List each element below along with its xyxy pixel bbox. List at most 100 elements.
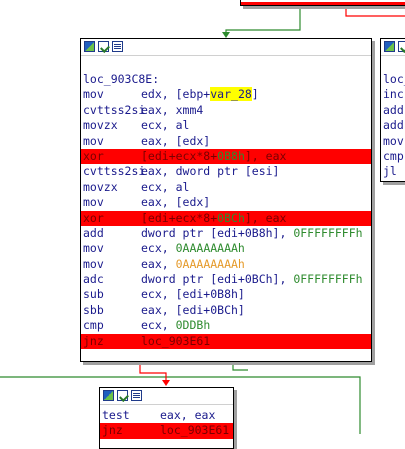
mnemonic: mov [83, 241, 104, 256]
operand-text: loc_903E61 [160, 423, 230, 438]
instruction-line[interactable]: inc [381, 87, 405, 102]
mnemonic: jl [383, 164, 397, 179]
instruction-line[interactable]: movzx ecx, al [81, 118, 371, 133]
main-code-block[interactable]: loc_903C8E: mov edx, [ebp+var_28] cvttss2si… [80, 38, 372, 362]
instruction-line[interactable]: jnz loc_903E61 [100, 423, 233, 439]
instruction-line[interactable]: movzx ecx, al [81, 180, 371, 195]
instruction-line[interactable]: add [381, 118, 405, 133]
node-info-icon[interactable] [112, 41, 123, 52]
right-code-block[interactable]: loc_incaddaddmovcmpjl [380, 38, 405, 182]
instruction-line[interactable]: sub ecx, [edi+0B8h] [81, 287, 371, 302]
mnemonic: cvttss2si [83, 102, 146, 117]
operands: edx, [ebp+var_28] [141, 87, 259, 102]
operand-text: dword ptr [edi+0BCh], [141, 272, 294, 287]
operands: loc_903E61 [160, 423, 229, 438]
operands: ecx, 0AAAAAAAAh [141, 241, 245, 256]
operands: eax, [edi+0BCh] [141, 303, 245, 318]
top-red-edge [345, 8, 405, 17]
bottom-code-block[interactable]: test eax, eax jnz loc_903E61 [99, 387, 234, 449]
graph-node-icon[interactable] [84, 41, 95, 52]
operand-text: ecx, [edi+0B8h] [141, 287, 245, 302]
instruction-line[interactable]: mov [381, 134, 405, 149]
code-label[interactable]: loc_ [381, 72, 405, 87]
edit-node-icon[interactable] [398, 41, 405, 52]
mnemonic: add [383, 118, 404, 133]
instruction-line[interactable]: xor [edi+ecx*8+0B8h], eax [81, 148, 371, 165]
operand-text: eax, [edi+0BCh] [141, 302, 245, 317]
instruction-line[interactable]: cvttss2si eax, xmm4 [81, 103, 371, 118]
previous-block-fragment[interactable] [240, 0, 405, 6]
mnemonic: sbb [83, 302, 104, 317]
graph-node-icon[interactable] [103, 390, 114, 401]
mnemonic: sub [83, 287, 104, 302]
mnemonic: mov [83, 133, 104, 148]
operands: eax, [edx] [141, 134, 210, 149]
instruction-line[interactable]: cmp [381, 149, 405, 164]
mnemonic: inc [383, 87, 404, 102]
label-text[interactable]: loc_903C8E: [83, 72, 159, 87]
node-info-icon[interactable] [131, 390, 142, 401]
graph-node-icon[interactable] [384, 41, 395, 52]
variable-operand[interactable]: var_28 [210, 87, 252, 102]
instruction-line[interactable]: jnz loc_903E61 [81, 333, 371, 350]
operand-text: ecx, al [141, 179, 190, 194]
immediate-operand: 0AAAAAAAAh [175, 241, 245, 256]
instruction-line[interactable]: add [381, 103, 405, 118]
instruction-line[interactable]: mov eax, 0AAAAAAAAh [81, 257, 371, 272]
edit-node-icon[interactable] [117, 390, 128, 401]
operand-text: ], eax [244, 148, 287, 163]
operand-text: eax, [edx] [141, 195, 211, 210]
operands: eax, xmm4 [141, 103, 203, 118]
block-header [381, 39, 405, 56]
edit-node-icon[interactable] [98, 41, 109, 52]
operand-text: eax, xmm4 [141, 102, 204, 117]
mnemonic: add [83, 225, 104, 240]
instruction-line[interactable]: test eax, eax [100, 408, 233, 423]
operand-text: loc_903E61 [141, 333, 211, 348]
operand-text: ecx, al [141, 118, 190, 133]
instruction-line[interactable]: jl [381, 164, 405, 179]
mnemonic: cmp [383, 148, 404, 163]
instruction-line[interactable]: mov edx, [ebp+var_28] [81, 87, 371, 102]
immediate-operand: 0AAAAAAAAh [175, 256, 245, 271]
operand-text: [edi+ecx*8+ [141, 210, 218, 225]
instruction-line[interactable]: cmp ecx, 0DDBh [81, 318, 371, 333]
mnemonic: xor [83, 210, 104, 225]
operands: ecx, [edi+0B8h] [141, 287, 245, 302]
operands: dword ptr [edi+0B8h], 0FFFFFFFFh [141, 226, 363, 241]
immediate-operand: 0DDBh [175, 318, 211, 333]
immediate-operand: 0B8h [217, 148, 245, 163]
operand-text: eax, [edx] [141, 133, 211, 148]
instruction-line[interactable]: xor [edi+ecx*8+0BCh], eax [81, 210, 371, 226]
instruction-line[interactable]: adc dword ptr [edi+0BCh], 0FFFFFFFFh [81, 272, 371, 287]
label-text[interactable]: loc_ [383, 72, 405, 87]
operands: ecx, al [141, 180, 189, 195]
instruction-line[interactable]: mov ecx, 0AAAAAAAAh [81, 241, 371, 256]
incoming-edge [225, 8, 301, 34]
mnemonic: jnz [83, 333, 104, 348]
operands: ecx, 0DDBh [141, 318, 210, 333]
code-label[interactable]: loc_903C8E: [81, 72, 371, 87]
mnemonic: add [383, 102, 404, 117]
instruction-line[interactable]: add dword ptr [edi+0B8h], 0FFFFFFFFh [81, 226, 371, 241]
mnemonic: movzx [83, 118, 118, 133]
operands: loc_903E61 [141, 334, 210, 349]
mnemonic: test [102, 408, 130, 422]
instruction-line[interactable]: mov eax, [edx] [81, 195, 371, 210]
operands: eax, 0AAAAAAAAh [141, 257, 245, 272]
operands: eax, dword ptr [esi] [141, 164, 279, 179]
operand-text: [edi+ecx*8+ [141, 148, 218, 163]
instruction-line[interactable]: mov eax, [edx] [81, 134, 371, 149]
mnemonic: cvttss2si [83, 164, 146, 179]
instruction-line[interactable]: sbb eax, [edi+0BCh] [81, 303, 371, 318]
operand-text: ecx, [141, 241, 176, 256]
jnz-arrow [162, 380, 170, 386]
operands: eax, [edx] [141, 195, 210, 210]
mnemonic: jnz [102, 423, 123, 438]
mnemonic: movzx [83, 179, 118, 194]
instruction-line[interactable]: cvttss2si eax, dword ptr [esi] [81, 164, 371, 179]
operands: [edi+ecx*8+0B8h], eax [141, 149, 286, 164]
immediate-operand: 0FFFFFFFFh [293, 272, 363, 287]
mnemonic: cmp [83, 318, 104, 333]
operand-text: ecx, [141, 318, 176, 333]
